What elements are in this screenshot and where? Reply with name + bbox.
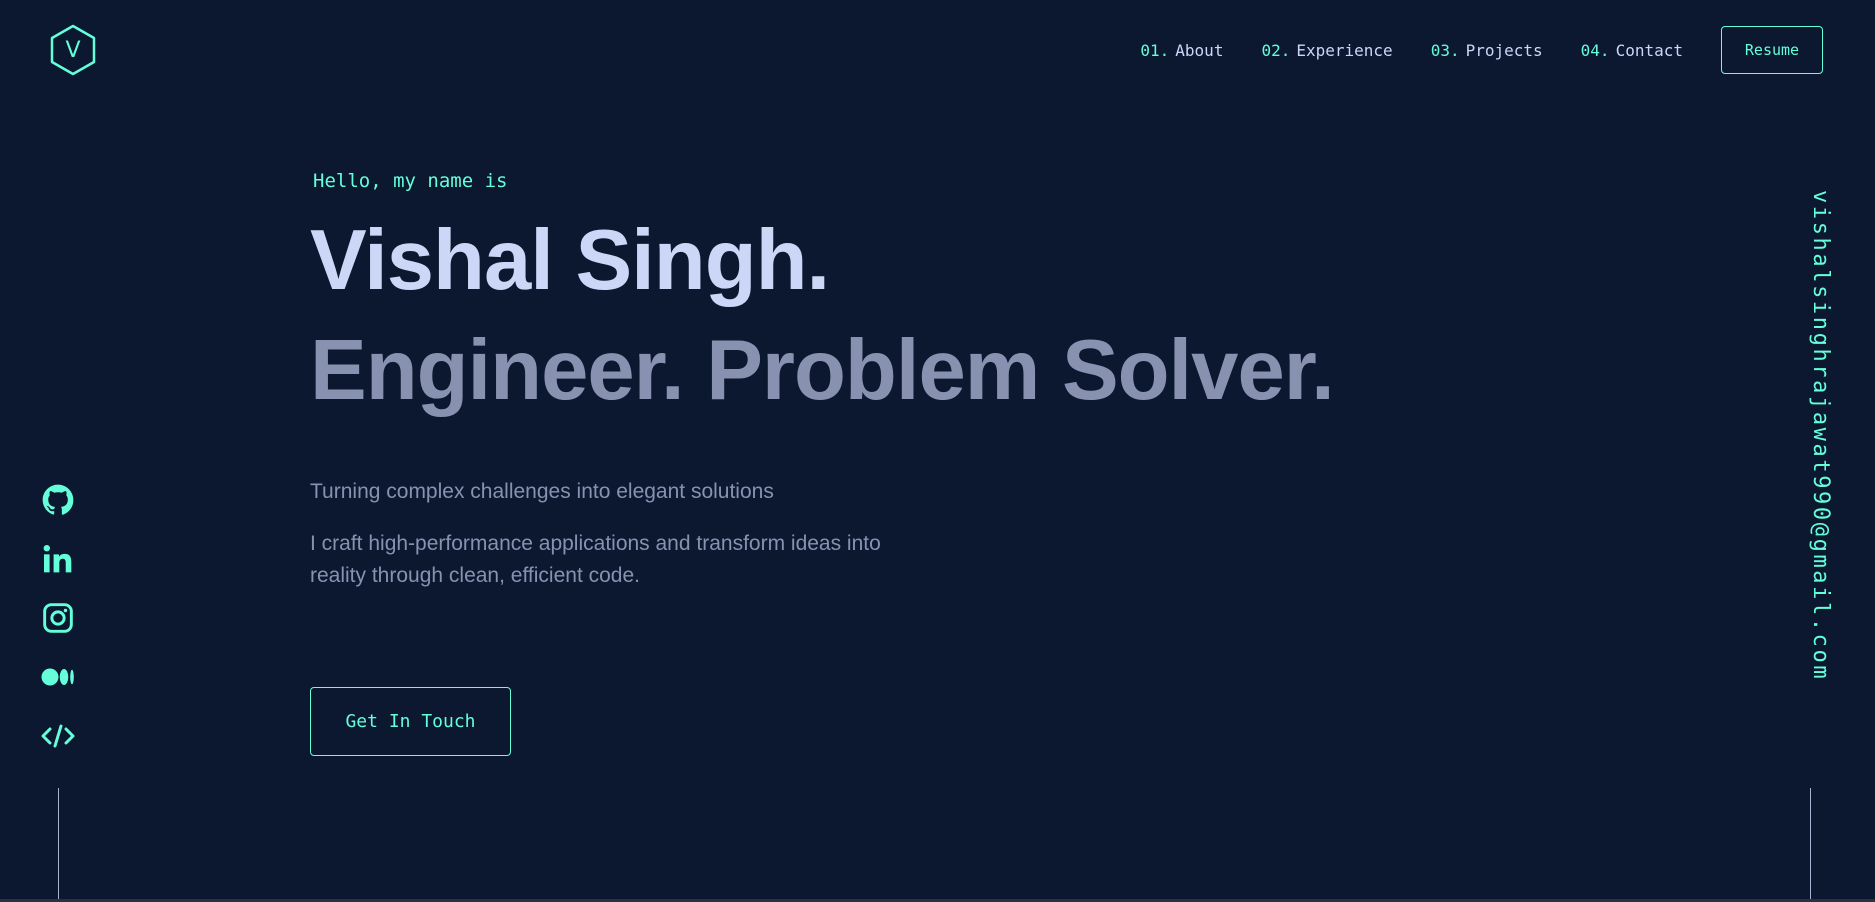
nav-number: 01. xyxy=(1140,40,1170,60)
nav-label: Contact xyxy=(1615,40,1683,60)
logo[interactable]: V xyxy=(47,24,99,76)
linkedin-icon xyxy=(43,544,72,572)
hero-name: Vishal Singh. xyxy=(310,213,830,308)
github-link[interactable] xyxy=(38,470,78,529)
nav-item-experience[interactable]: 02. Experience xyxy=(1261,41,1392,60)
left-rail-line xyxy=(58,788,59,902)
email-link[interactable]: vishalsinghrajawat990@gmail.com xyxy=(1805,190,1835,681)
right-rail-line xyxy=(1810,788,1811,902)
medium-icon xyxy=(41,668,74,685)
resume-button[interactable]: Resume xyxy=(1721,26,1823,74)
nav-label: About xyxy=(1175,40,1224,60)
nav-number: 03. xyxy=(1430,40,1460,60)
nav-item-projects[interactable]: 03. Projects xyxy=(1431,41,1543,60)
code-icon xyxy=(41,724,75,747)
nav-item-about[interactable]: 01. About xyxy=(1140,41,1223,60)
nav-number: 04. xyxy=(1580,40,1610,60)
nav-item-contact[interactable]: 04. Contact xyxy=(1581,41,1683,60)
github-icon xyxy=(42,484,74,515)
main-nav: 01. About 02. Experience 03. Projects 04. Co… xyxy=(1140,25,1823,75)
nav-number: 02. xyxy=(1261,40,1291,60)
email-rail: vishalsinghrajawat990@gmail.com xyxy=(1795,190,1835,760)
logo-letter: V xyxy=(65,37,81,63)
instagram-link[interactable] xyxy=(38,588,78,647)
instagram-icon xyxy=(43,602,73,633)
code-link[interactable] xyxy=(38,706,78,765)
hero-greeting: Hello, my name is xyxy=(313,170,508,192)
social-links xyxy=(38,470,78,765)
linkedin-link[interactable] xyxy=(38,529,78,588)
hero-subtitle: Turning complex challenges into elegant … xyxy=(310,480,774,503)
hero-tagline: Engineer. Problem Solver. xyxy=(310,323,1335,418)
get-in-touch-button[interactable]: Get In Touch xyxy=(310,687,511,756)
hero-description: I craft high-performance applications an… xyxy=(310,532,881,587)
nav-label: Experience xyxy=(1296,40,1393,60)
nav-label: Projects xyxy=(1465,40,1543,60)
hero-section: Hello, my name is Vishal Singh. Engineer… xyxy=(310,170,1410,592)
medium-link[interactable] xyxy=(38,647,78,706)
